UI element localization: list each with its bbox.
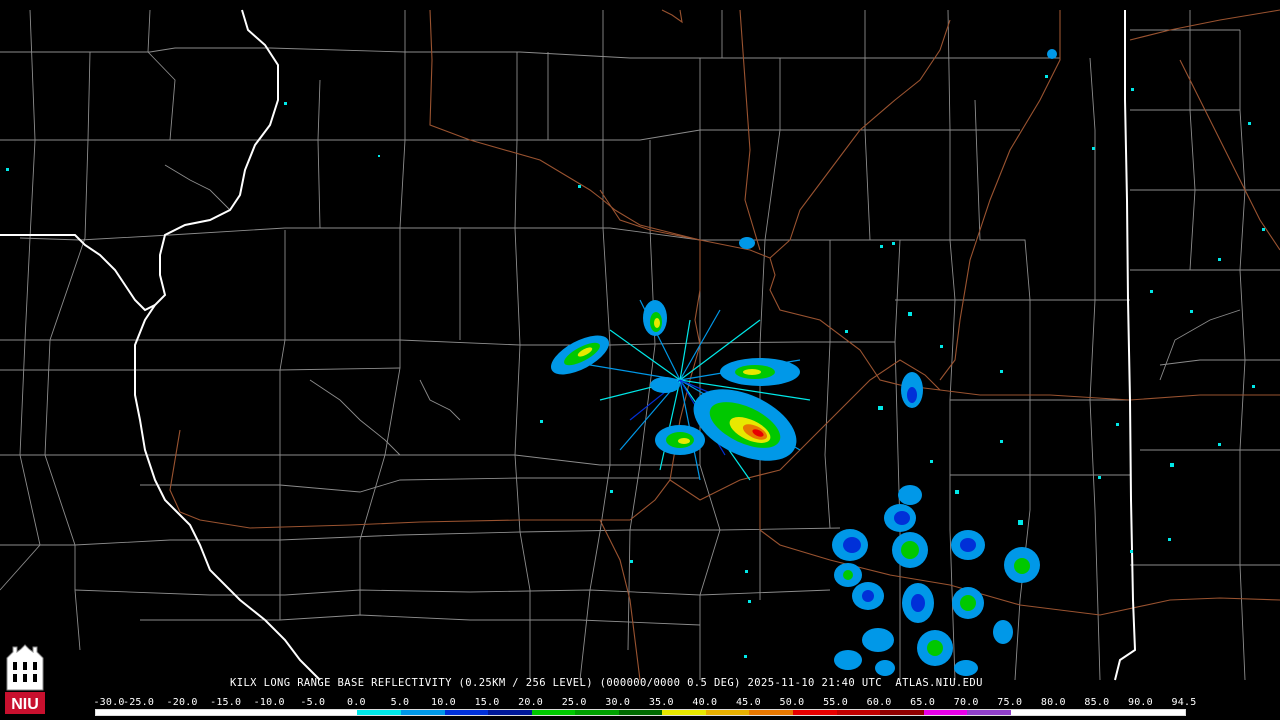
scale-swatch (1141, 710, 1186, 715)
scale-label: 10.0 (431, 697, 456, 708)
scale-label: -25.0 (122, 697, 155, 708)
scale-label: 50.0 (779, 697, 805, 708)
scale-swatch (270, 710, 314, 715)
niu-logo-text: NIU (11, 696, 39, 713)
scale-label: -20.0 (166, 697, 198, 708)
scale-swatch (1010, 710, 1055, 715)
radar-map (0, 0, 1280, 720)
scale-swatch (400, 710, 445, 715)
reflectivity-scale: -30.0 -25.0 -20.0 -15.0 -10.0 -5.0 0.0 5.0 10.0 1… (93, 697, 1197, 719)
scale-label: 65.0 (910, 697, 936, 708)
scale-label: 55.0 (823, 697, 848, 708)
scale-swatch (836, 710, 881, 715)
scale-swatch (923, 710, 968, 715)
scale-label: 30.0 (605, 697, 631, 708)
scale-label: 45.0 (735, 697, 761, 708)
scale-swatch (531, 710, 576, 715)
scale-swatch (488, 710, 532, 715)
scale-label: 75.0 (997, 697, 1023, 708)
scale-swatch (313, 710, 358, 715)
scale-label: 80.0 (1040, 697, 1066, 708)
scale-label: -30.0 (93, 697, 125, 708)
scale-swatch (880, 710, 924, 715)
scale-swatch (575, 710, 619, 715)
scale-swatch (357, 710, 401, 715)
scale-label: 60.0 (866, 697, 892, 708)
scale-swatch (793, 710, 837, 715)
scale-label: 90.0 (1127, 697, 1153, 708)
scale-swatch (618, 710, 663, 715)
scale-swatch (749, 710, 793, 715)
scale-label: 15.0 (474, 697, 500, 708)
scale-label: 25.0 (561, 697, 587, 708)
scale-label: 40.0 (692, 697, 718, 708)
scale-swatch (139, 710, 184, 715)
niu-logo: NIU (5, 644, 45, 714)
scale-label: -5.0 (300, 697, 326, 708)
product-caption: KILX LONG RANGE BASE REFLECTIVITY (0.25K… (230, 677, 983, 689)
scale-label: 20.0 (518, 697, 544, 708)
scale-label: -15.0 (210, 697, 242, 708)
scale-swatch (967, 710, 1011, 715)
scale-label: -10.0 (253, 697, 285, 708)
scale-label: 85.0 (1084, 697, 1110, 708)
scale-swatch (705, 710, 750, 715)
university-tower-icon (6, 644, 44, 691)
scale-swatch (226, 710, 271, 715)
scale-swatch (96, 710, 140, 715)
scale-swatch (183, 710, 227, 715)
scale-color-bar (95, 709, 1186, 716)
scale-swatch (1097, 710, 1142, 715)
scale-label: 0.0 (347, 697, 366, 708)
scale-swatch (1054, 710, 1098, 715)
scale-label: 70.0 (953, 697, 979, 708)
scale-swatch (662, 710, 706, 715)
scale-label: 35.0 (648, 697, 674, 708)
scale-swatch (444, 710, 489, 715)
scale-label: 5.0 (390, 697, 410, 708)
scale-label: 94.5 (1171, 697, 1197, 708)
